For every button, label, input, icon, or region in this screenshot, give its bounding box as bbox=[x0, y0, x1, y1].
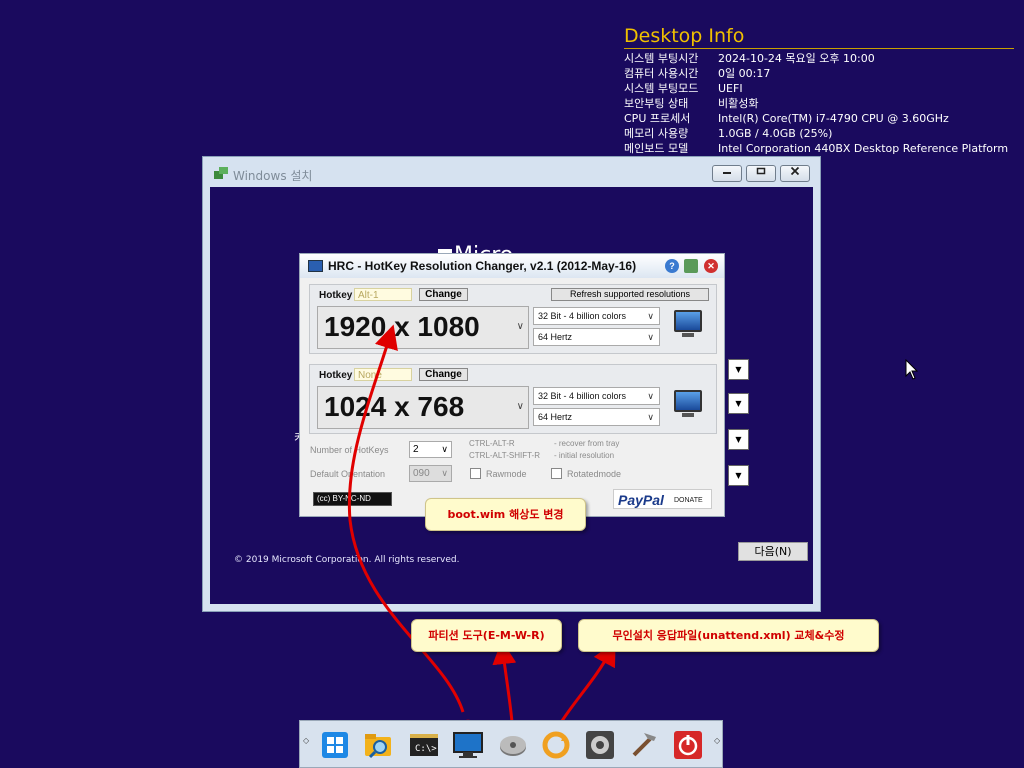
taskbar: ◇ C:\> ◇ bbox=[299, 720, 723, 768]
command-prompt-icon[interactable]: C:\> bbox=[408, 729, 440, 761]
monitor-resolution-icon[interactable] bbox=[452, 729, 484, 761]
build-tools-icon[interactable] bbox=[628, 729, 660, 761]
settings-gear-icon[interactable] bbox=[584, 729, 616, 761]
power-icon[interactable] bbox=[672, 729, 704, 761]
taskbar-scroll-left[interactable]: ◇ bbox=[303, 736, 309, 745]
annotation-arrows bbox=[347, 324, 616, 767]
callout-bootwim: boot.wim 해상도 변경 bbox=[425, 498, 586, 531]
callout-partition: 파티션 도구(E-M-W-R) bbox=[411, 619, 562, 652]
windows-start-icon[interactable] bbox=[319, 729, 351, 761]
taskbar-scroll-right[interactable]: ◇ bbox=[714, 736, 720, 745]
callout-unattend: 무인설치 응답파일(unattend.xml) 교체&수정 bbox=[578, 619, 879, 652]
svg-text:C:\>: C:\> bbox=[415, 744, 437, 754]
arrow-to-partition-tool bbox=[492, 640, 517, 723]
file-search-icon[interactable] bbox=[363, 729, 395, 761]
disk-tool-icon[interactable] bbox=[497, 729, 529, 761]
refresh-sync-icon[interactable] bbox=[540, 729, 572, 761]
mouse-cursor-icon bbox=[905, 359, 919, 380]
arrow-to-unattend bbox=[558, 641, 616, 725]
